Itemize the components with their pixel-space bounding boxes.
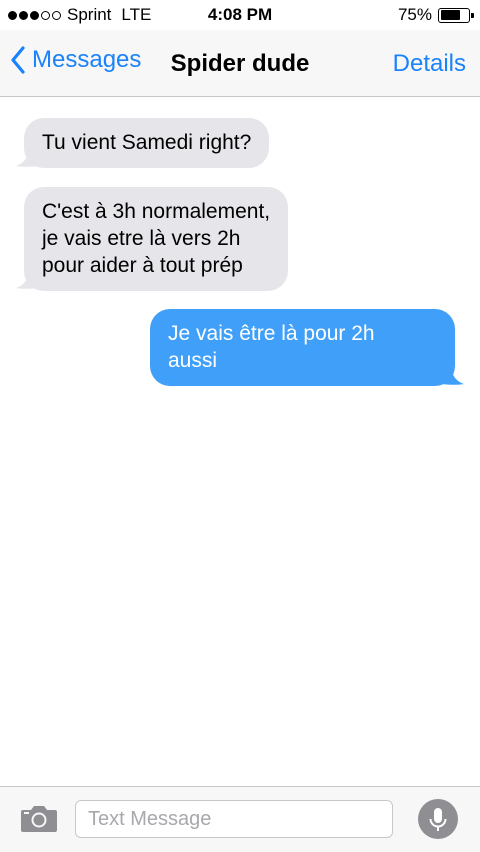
- details-button[interactable]: Details: [393, 50, 466, 78]
- back-button[interactable]: Messages: [10, 46, 141, 74]
- bubble-tail: [442, 368, 464, 385]
- message-line: aussi: [168, 349, 218, 372]
- microphone-button[interactable]: [418, 799, 458, 839]
- navigation-bar: Messages Spider dude Details: [0, 30, 480, 97]
- camera-icon[interactable]: [20, 803, 58, 833]
- message-line: Tu vient Samedi right?: [42, 131, 252, 154]
- status-bar: Sprint LTE 4:08 PM 75%: [0, 0, 480, 30]
- message-line: pour aider à tout prép: [42, 254, 243, 277]
- message-bubble-incoming[interactable]: C'est à 3h normalement, je vais etre là …: [24, 187, 289, 291]
- battery-icon: [438, 7, 474, 23]
- message-thread[interactable]: Tu vient Samedi right? C'est à 3h normal…: [0, 98, 480, 786]
- status-right: 75%: [397, 5, 474, 25]
- message-line: Je vais être là pour 2h: [168, 322, 375, 345]
- battery-percent: 75%: [397, 5, 432, 24]
- back-label: Messages: [32, 46, 142, 73]
- message-bubble-incoming[interactable]: Tu vient Samedi right?: [24, 118, 270, 168]
- message-line: je vais etre là vers 2h: [42, 227, 241, 250]
- message-line: C'est à 3h normalement,: [42, 200, 271, 223]
- compose-bar: [0, 786, 480, 852]
- message-input[interactable]: [75, 800, 393, 838]
- microphone-icon: [429, 808, 447, 831]
- message-bubble-outgoing[interactable]: Je vais être là pour 2h aussi: [150, 309, 455, 386]
- conversation-title[interactable]: Spider dude: [171, 50, 310, 77]
- chevron-left-icon: [11, 46, 25, 74]
- bubble-tail: [16, 150, 38, 167]
- bubble-tail: [16, 272, 38, 289]
